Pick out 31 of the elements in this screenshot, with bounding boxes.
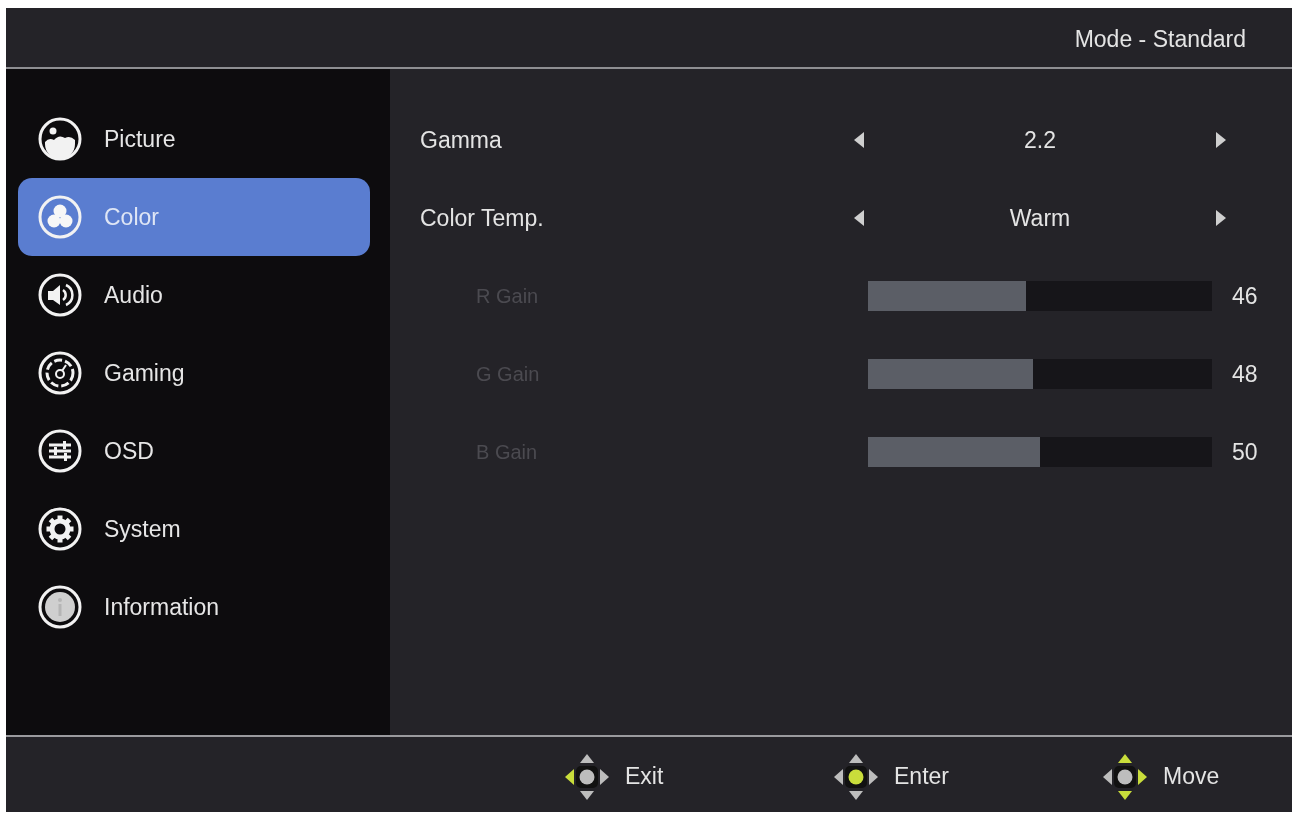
slider-value: 46 bbox=[1232, 282, 1258, 310]
sidebar-item[interactable]: Information bbox=[18, 568, 370, 646]
mode-label: Mode - Standard bbox=[1074, 26, 1246, 53]
left-arrow-icon bbox=[854, 210, 864, 226]
sidebar-item[interactable]: System bbox=[18, 490, 370, 568]
setting-value: Warm bbox=[1009, 204, 1071, 231]
slider-track[interactable] bbox=[868, 359, 1212, 389]
gauge-icon bbox=[38, 351, 82, 395]
sidebar-item[interactable]: Picture bbox=[18, 100, 370, 178]
slider-value: 50 bbox=[1232, 438, 1258, 466]
right-arrow-icon bbox=[1216, 132, 1226, 148]
info-icon bbox=[38, 585, 82, 629]
speaker-icon bbox=[38, 273, 82, 317]
hint-label: Exit bbox=[625, 763, 664, 790]
setting-label: Color Temp. bbox=[420, 204, 545, 232]
hint-label: Enter bbox=[894, 763, 949, 790]
hint-label: Move bbox=[1163, 763, 1220, 790]
setting-value: 2.2 bbox=[1024, 126, 1056, 153]
slider-value: 48 bbox=[1232, 360, 1258, 388]
sidebar-item[interactable]: OSD bbox=[18, 412, 370, 490]
color-circles-icon bbox=[38, 195, 82, 239]
setting-label: Gamma bbox=[420, 126, 503, 154]
slider-track[interactable] bbox=[868, 281, 1212, 311]
slider-track[interactable] bbox=[868, 437, 1212, 467]
sidebar-item[interactable]: Audio bbox=[18, 256, 370, 334]
landscape-icon bbox=[38, 117, 82, 161]
sliders-icon bbox=[38, 429, 82, 473]
sidebar-item[interactable]: Gaming bbox=[18, 334, 370, 412]
gear-icon bbox=[38, 507, 82, 551]
right-arrow-icon bbox=[1216, 210, 1226, 226]
left-arrow-icon bbox=[854, 132, 864, 148]
